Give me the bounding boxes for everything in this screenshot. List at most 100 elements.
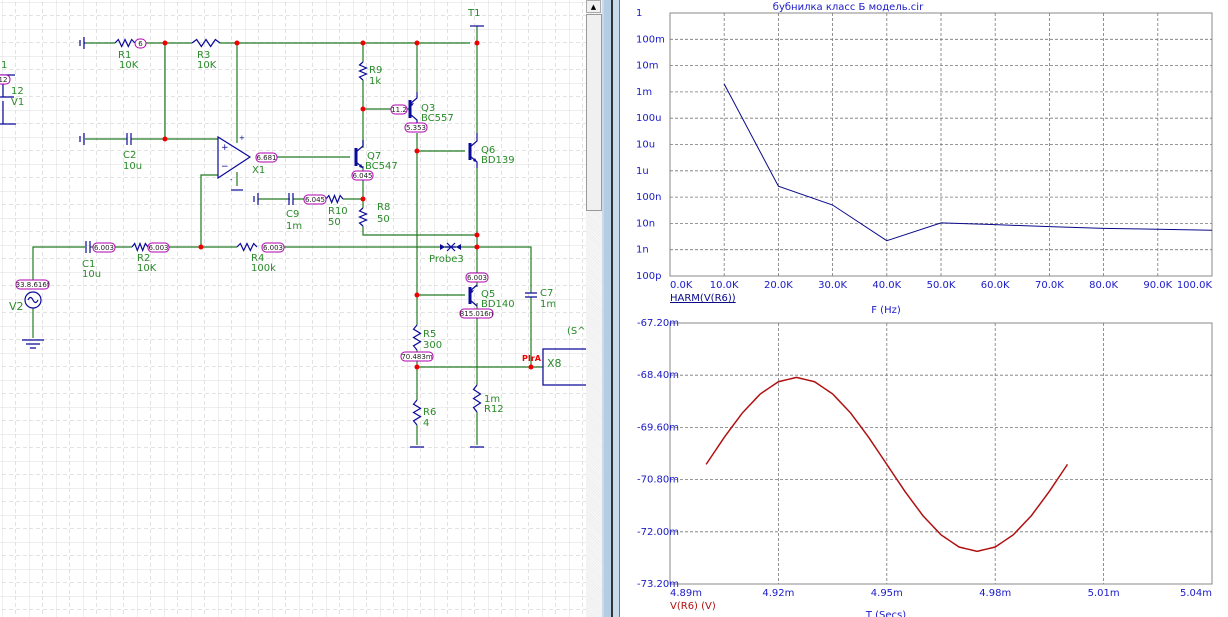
q5-model: BD140 [481, 299, 515, 310]
c7-value: 1m [540, 299, 556, 310]
svg-text:6.003: 6.003 [94, 244, 114, 252]
r4-value: 100k [251, 263, 276, 274]
legend-series-name: V(R6) (V) [670, 601, 716, 612]
transient-chart[interactable]: 4.89m 4.92m 4.95m 4.98m 5.01m 5.04m-67.20m-68… [637, 318, 1213, 617]
harmonics-chart[interactable]: 0.0K 10.0K 20.0K 30.0K 40.0K 50.0K 60.0K 70.0K 8… [636, 8, 1213, 316]
r8-label: R8 [377, 202, 390, 213]
x-tick-label: 0.0K [670, 280, 693, 291]
y-tick-label: -69.60m [637, 422, 679, 433]
x-tick-label: 40.0K [872, 280, 901, 291]
r9-label: R9 [369, 65, 382, 76]
svg-text:5.353: 5.353 [406, 124, 426, 132]
c2-value: 10u [123, 161, 142, 172]
r8-value: 50 [377, 214, 390, 225]
x-tick-label: 100.0K [1177, 280, 1213, 291]
y-tick-label: 1 [636, 8, 642, 19]
c9-label: C9 [286, 209, 299, 220]
q7-model: BC547 [365, 161, 398, 172]
voltage-tag-q7-emitter: 6.045 [351, 170, 374, 181]
voltage-tag-r5: 70.483m [400, 351, 434, 362]
voltage-tag-r2: 6.003 [147, 242, 170, 253]
voltage-tag-q5-bottom: 815.016n [459, 308, 494, 319]
voltage-tag-r4: 6.003 [261, 242, 285, 253]
analysis-plots: бубнилка класс Б модель.cir 0.0K 10.0K 20.… [636, 2, 1213, 617]
y-tick-label: 1m [636, 87, 652, 98]
r9-value: 1k [369, 76, 381, 87]
x-tick-label: 90.0K [1143, 280, 1172, 291]
v1-value: 12 [11, 86, 24, 97]
svg-text:+: + [221, 143, 229, 153]
r6-value: 4 [423, 418, 429, 429]
c2-label: C2 [123, 150, 136, 161]
svg-text:6.045: 6.045 [305, 196, 325, 204]
voltage-tag-r1: 6 [134, 38, 147, 49]
plot-title: бубнилка класс Б модель.cir [773, 2, 924, 13]
r5-label: R5 [423, 329, 436, 340]
voltage-tag-q3-emitter: 5.353 [404, 122, 428, 133]
pane-splitter[interactable] [602, 0, 620, 617]
y-tick-label: 1n [636, 245, 649, 256]
y-tick-label: 100p [636, 271, 661, 282]
svg-text:33.8.616f: 33.8.616f [16, 281, 50, 289]
svg-text:6.681: 6.681 [256, 154, 276, 162]
y-tick-label: 100u [636, 113, 661, 124]
v1-label: V1 [11, 97, 24, 108]
scroll-up-button[interactable]: ▲ [586, 0, 601, 13]
x-tick-label: 50.0K [927, 280, 956, 291]
y-tick-label: 10n [636, 218, 655, 229]
q6-model: BD139 [481, 155, 515, 166]
schematic-canvas[interactable]: R1 10K R3 10K R2 10K R4 100k R9 1k R10 5… [0, 0, 586, 617]
x-tick-label: 60.0K [981, 280, 1010, 291]
r5-value: 300 [423, 340, 442, 351]
x-tick-label: 30.0K [818, 280, 847, 291]
y-tick-label: 10m [636, 61, 658, 72]
svg-text:6.003: 6.003 [467, 274, 487, 282]
vertical-scrollbar[interactable]: ▲ [586, 0, 602, 617]
svg-text:70.483m: 70.483m [401, 353, 432, 361]
x8-label: X8 [547, 357, 562, 370]
svg-text:815.016n: 815.016n [460, 310, 493, 318]
c1-value: 10u [82, 269, 101, 280]
legend-series-name: HARM(V(R6)) [670, 293, 736, 304]
y-tick-label: 10u [636, 140, 655, 151]
x-tick-label: 10.0K [710, 280, 739, 291]
voltage-tag-c9: 6.045 [303, 194, 327, 205]
q3-model: BC557 [421, 113, 454, 124]
probe3-label: Probe3 [429, 254, 464, 265]
x-axis-label: T (Secs) [865, 610, 906, 617]
svg-text:6.003: 6.003 [263, 244, 283, 252]
y-tick-label: 100n [636, 192, 661, 203]
c7-label: C7 [540, 288, 553, 299]
v1-partial-label: 1 [1, 60, 7, 71]
x1-label: X1 [252, 165, 265, 176]
y-tick-label: 1u [636, 166, 649, 177]
arrow-up-icon: ▲ [590, 3, 597, 11]
r12-label: R12 [484, 404, 504, 415]
svg-text:6.003: 6.003 [148, 244, 168, 252]
voltage-tag-v1: 12 [0, 74, 11, 85]
r3-value: 10K [197, 60, 217, 71]
plot-area [669, 322, 1213, 585]
t1-label: T1 [467, 8, 480, 19]
c9-value: 1m [286, 221, 302, 232]
svg-text:−: − [221, 162, 229, 172]
v2-label: V2 [9, 300, 24, 313]
y-tick-label: -73.20m [637, 579, 679, 590]
r1-value: 10K [119, 60, 139, 71]
svg-text:11.2: 11.2 [391, 106, 407, 114]
svg-text:12: 12 [0, 76, 7, 84]
scroll-thumb[interactable] [586, 14, 602, 211]
svg-text:+: + [239, 134, 245, 142]
y-tick-label: -67.20m [637, 318, 679, 329]
y-tick-label: -70.80m [637, 475, 679, 486]
r2-value: 10K [137, 263, 157, 274]
voltage-tag-q5-top: 6.003 [465, 272, 489, 283]
x-axis-label: F (Hz) [871, 305, 901, 316]
x-tick-label: 80.0K [1089, 280, 1118, 291]
voltage-tag-q3-base: 11.2 [390, 104, 408, 115]
x-tick-label: 5.01m [1088, 588, 1120, 599]
y-tick-label: -68.40m [637, 370, 679, 381]
x-tick-label: 4.92m [762, 588, 794, 599]
voltage-tag-c1: 6.003 [92, 242, 116, 253]
x8-pin-label: PIrA [522, 354, 542, 363]
